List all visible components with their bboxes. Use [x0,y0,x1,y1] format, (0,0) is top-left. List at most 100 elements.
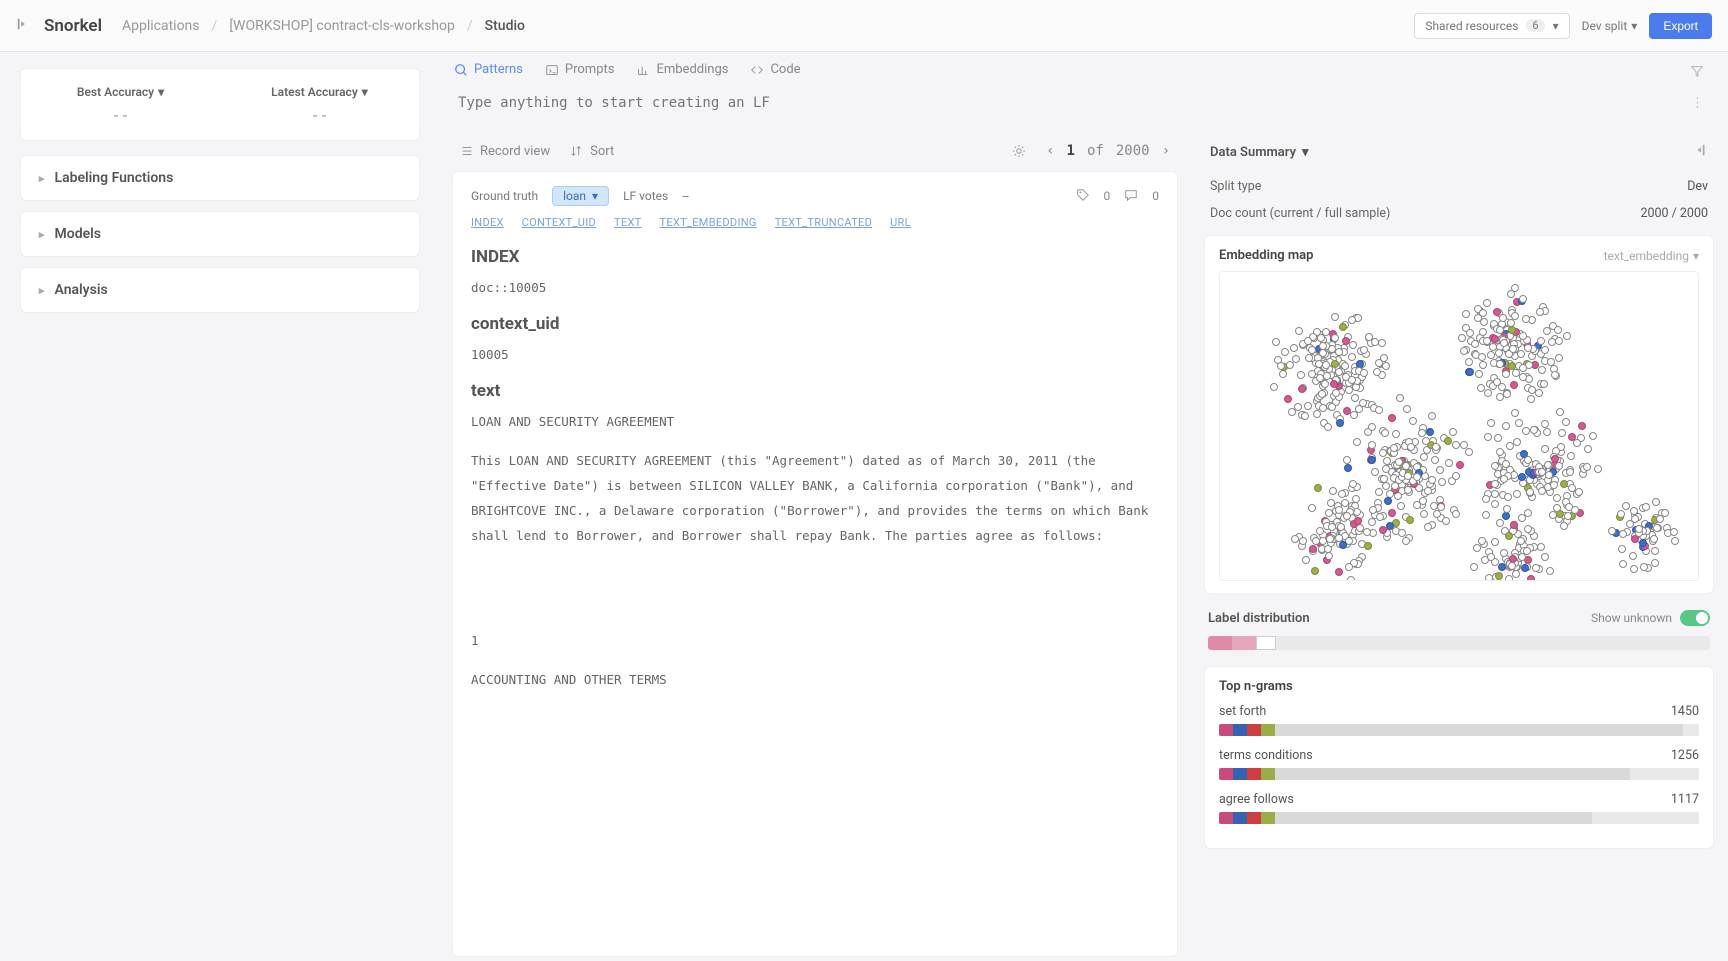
embedding-point[interactable] [1431,456,1439,464]
embedding-point[interactable] [1311,567,1319,575]
embedding-point[interactable] [1398,529,1406,537]
embedding-point[interactable] [1375,406,1383,414]
embedding-point[interactable] [1478,353,1486,361]
embedding-point[interactable] [1642,503,1650,511]
embedding-point[interactable] [1566,468,1574,476]
embedding-point[interactable] [1353,438,1361,446]
embedding-point[interactable] [1331,334,1339,342]
embedding-point[interactable] [1541,445,1549,453]
embedding-point[interactable] [1331,313,1339,321]
label-distribution-bar[interactable] [1208,636,1710,650]
embedding-point[interactable] [1521,564,1529,572]
embedding-point[interactable] [1473,544,1481,552]
breadcrumb-workshop[interactable]: [WORKSHOP] contract-cls-workshop [229,18,455,34]
embedding-point[interactable] [1477,384,1485,392]
embedding-point[interactable] [1479,361,1487,369]
embedding-point[interactable] [1546,567,1554,575]
tag-icon[interactable] [1076,188,1090,205]
embedding-point[interactable] [1502,370,1510,378]
embedding-point[interactable] [1496,448,1504,456]
embedding-point[interactable] [1543,428,1551,436]
embedding-point[interactable] [1402,537,1410,545]
embedding-point[interactable] [1376,513,1384,521]
embedding-point[interactable] [1288,408,1296,416]
embedding-point[interactable] [1479,309,1487,317]
embedding-point[interactable] [1511,409,1519,417]
embedding-point[interactable] [1558,429,1566,437]
embedding-point[interactable] [1503,505,1511,513]
analysis-section[interactable]: ▸ Analysis [20,267,420,313]
tab-embeddings[interactable]: Embeddings [636,62,728,83]
embedding-point[interactable] [1312,537,1320,545]
embedding-point[interactable] [1391,482,1399,490]
embedding-point[interactable] [1513,438,1521,446]
embedding-point[interactable] [1404,472,1412,480]
embedding-point[interactable] [1480,318,1488,326]
embedding-point[interactable] [1540,380,1548,388]
embedding-point[interactable] [1535,389,1543,397]
embedding-point[interactable] [1584,445,1592,453]
embedding-point[interactable] [1518,473,1526,481]
embedding-point[interactable] [1556,408,1564,416]
embedding-point[interactable] [1368,518,1376,526]
embedding-point[interactable] [1297,371,1305,379]
embedding-point[interactable] [1555,462,1563,470]
embedding-point[interactable] [1465,358,1473,366]
embedding-point[interactable] [1652,498,1660,506]
embedding-point[interactable] [1382,465,1390,473]
embedding-point[interactable] [1670,528,1678,536]
embedding-point[interactable] [1650,535,1658,543]
embedding-point[interactable] [1335,348,1343,356]
embedding-point[interactable] [1515,419,1523,427]
embedding-point[interactable] [1379,449,1387,457]
embedding-point[interactable] [1349,341,1357,349]
embedding-point[interactable] [1339,323,1347,331]
embedding-point[interactable] [1537,543,1545,551]
embedding-point[interactable] [1350,411,1358,419]
embedding-point[interactable] [1329,487,1337,495]
embedding-point[interactable] [1325,552,1333,560]
ngram-row[interactable]: set forth1450 [1219,704,1699,736]
embedding-point[interactable] [1640,563,1648,571]
best-accuracy-block[interactable]: Best Accuracy ▾ -- [31,85,210,124]
embedding-source-dropdown[interactable]: text_embedding ▾ [1604,249,1699,263]
embedding-point[interactable] [1513,490,1521,498]
embedding-point[interactable] [1622,502,1630,510]
dev-split-dropdown[interactable]: Dev split ▾ [1582,19,1638,33]
embedding-point[interactable] [1567,452,1575,460]
embedding-point[interactable] [1388,414,1396,422]
embedding-point[interactable] [1316,527,1324,535]
pager-prev[interactable]: ‹ [1046,143,1054,159]
embedding-point[interactable] [1554,326,1562,334]
embedding-point[interactable] [1396,394,1404,402]
embedding-point[interactable] [1479,328,1487,336]
embedding-point[interactable] [1508,362,1516,370]
breadcrumb-applications[interactable]: Applications [122,18,200,34]
embedding-point[interactable] [1452,441,1460,449]
embedding-point[interactable] [1381,429,1389,437]
field-link-text-truncated[interactable]: TEXT_TRUNCATED [775,216,872,229]
embedding-point[interactable] [1298,385,1306,393]
tab-code[interactable]: Code [750,62,800,83]
embedding-point[interactable] [1328,403,1336,411]
embedding-point[interactable] [1639,539,1647,547]
embedding-point[interactable] [1503,390,1511,398]
embedding-scatter-plot[interactable] [1219,271,1699,581]
embedding-point[interactable] [1279,370,1287,378]
embedding-point[interactable] [1495,572,1503,580]
embedding-point[interactable] [1619,530,1627,538]
embedding-point[interactable] [1511,312,1519,320]
embedding-point[interactable] [1420,510,1428,518]
embedding-point[interactable] [1517,350,1525,358]
embedding-point[interactable] [1352,495,1360,503]
embedding-point[interactable] [1553,494,1561,502]
embedding-point[interactable] [1524,456,1532,464]
embedding-point[interactable] [1541,420,1549,428]
labeling-functions-section[interactable]: ▸ Labeling Functions [20,155,420,201]
embedding-point[interactable] [1292,355,1300,363]
embedding-point[interactable] [1629,552,1637,560]
embedding-point[interactable] [1511,284,1519,292]
embedding-point[interactable] [1484,433,1492,441]
embedding-point[interactable] [1438,478,1446,486]
field-link-index[interactable]: INDEX [471,216,504,229]
